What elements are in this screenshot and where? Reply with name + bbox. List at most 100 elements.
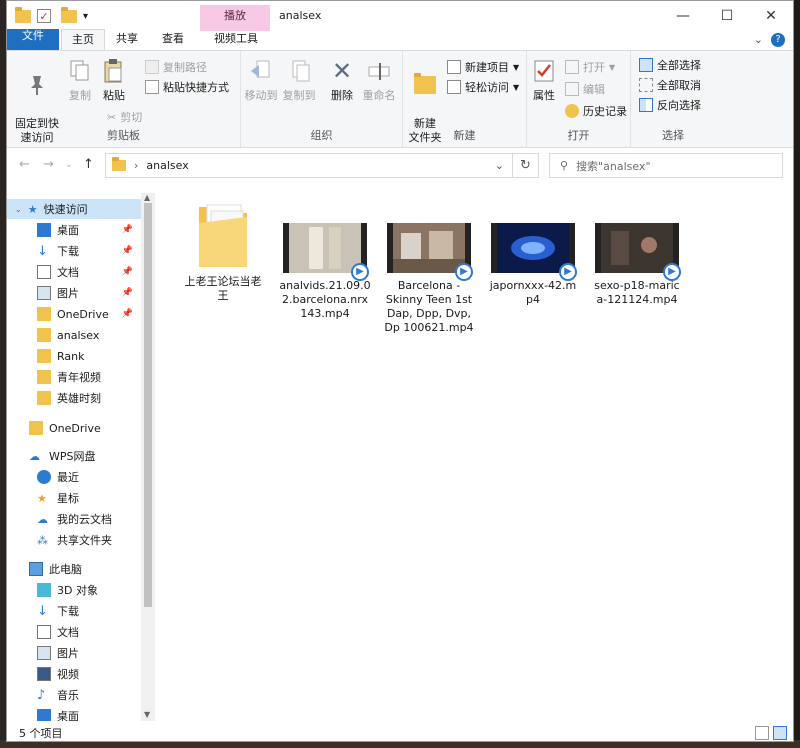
star-icon: ★ (27, 202, 38, 216)
nav-item-youth-video[interactable]: 青年视频 (37, 367, 141, 387)
delete-button[interactable]: ✕ 删除 (327, 57, 357, 103)
nav-item-documents[interactable]: 文档 📌 (37, 262, 141, 282)
select-all-button[interactable]: 全部选择 (639, 57, 701, 73)
tab-video-tools[interactable]: 视频工具 (201, 29, 271, 51)
refresh-button[interactable]: ↻ (513, 153, 539, 178)
new-item-button[interactable]: 新建项目 ▼ (447, 59, 519, 75)
nav-item-pc-desktop[interactable]: 桌面 (37, 706, 141, 721)
address-bar[interactable]: › analsex ⌄ (105, 153, 513, 178)
file-item-video[interactable]: ▶ Barcelona - Skinny Teen 1st Dap, Dpp, … (381, 223, 477, 335)
file-list: 上老王论坛当老 王 ▶ analvids.21.09.0 2.barcelona… (159, 193, 789, 721)
window-title: analsex (279, 9, 322, 22)
minimize-button[interactable]: — (661, 1, 705, 31)
nav-item-my-cloud-docs[interactable]: ☁ 我的云文档 (37, 509, 141, 529)
nav-item-3d-objects[interactable]: 3D 对象 (37, 580, 141, 600)
folder-icon (37, 391, 51, 405)
rename-icon (365, 57, 393, 85)
cloud-icon: ☁ (29, 449, 40, 463)
new-folder-quick-icon[interactable] (61, 6, 77, 25)
cut-button[interactable]: ✂ 剪切 (107, 109, 142, 125)
scrollbar-thumb[interactable] (144, 203, 152, 607)
history-button[interactable]: 历史记录 (565, 103, 627, 119)
recent-dropdown-icon[interactable]: ⌄ (65, 160, 73, 170)
folder-icon (29, 421, 43, 435)
select-none-button[interactable]: 全部取消 (639, 77, 701, 93)
chevron-down-icon[interactable]: ⌄ (495, 159, 504, 172)
nav-item-downloads[interactable]: ↓ 下载 📌 (37, 241, 141, 261)
properties-button[interactable]: 属性 (529, 57, 559, 103)
move-to-button[interactable]: 移动到 (243, 57, 279, 103)
nav-item-onedrive-folder[interactable]: OneDrive 📌 (37, 304, 141, 324)
properties-quick-icon[interactable]: ✓ (37, 7, 51, 25)
invert-selection-button[interactable]: 反向选择 (639, 97, 701, 113)
nav-item-shared-folder[interactable]: ⁂ 共享文件夹 (37, 530, 141, 550)
nav-item-pc-pictures[interactable]: 图片 (37, 643, 141, 663)
nav-item-rank[interactable]: Rank (37, 346, 141, 366)
tab-home[interactable]: 主页 (61, 29, 105, 51)
help-icon[interactable]: ? (771, 33, 785, 47)
nav-item-pc-documents[interactable]: 文档 (37, 622, 141, 642)
video-thumbnail: ▶ (491, 223, 577, 281)
file-item-video[interactable]: ▶ japornxxx-42.m p4 (485, 223, 581, 307)
scroll-down-icon[interactable]: ▼ (144, 710, 150, 719)
play-badge-icon: ▶ (351, 263, 369, 281)
play-badge-icon: ▶ (559, 263, 577, 281)
rename-button[interactable]: 重命名 (361, 57, 397, 103)
up-arrow-icon[interactable]: ↑ (83, 157, 94, 172)
tab-view[interactable]: 查看 (153, 29, 193, 51)
details-view-icon[interactable] (755, 726, 769, 740)
picture-icon (37, 286, 51, 300)
view-toggle (755, 726, 787, 740)
nav-item-recent[interactable]: 最近 (37, 467, 141, 487)
nav-item-pc-music[interactable]: ♪ 音乐 (37, 685, 141, 705)
scroll-up-icon[interactable]: ▲ (144, 193, 150, 202)
download-icon: ↓ (37, 603, 48, 619)
nav-onedrive[interactable]: OneDrive (29, 418, 141, 438)
nav-item-starred[interactable]: ★ 星标 (37, 488, 141, 508)
navigation-bar: ← → ⌄ ↑ › analsex ⌄ ↻ ⚲ 搜索"analsex" (7, 149, 793, 183)
file-item-video[interactable]: ▶ sexo-p18-maric a-121124.mp4 (589, 223, 685, 307)
context-tab-play[interactable]: 播放 (200, 5, 270, 31)
nav-item-desktop[interactable]: 桌面 📌 (37, 220, 141, 240)
folder-icon (15, 6, 31, 25)
easy-access-button[interactable]: 轻松访问 ▼ (447, 79, 519, 95)
maximize-button[interactable]: ☐ (705, 1, 749, 31)
open-button[interactable]: 打开 ▼ (565, 59, 615, 75)
copy-to-button[interactable]: 复制到 (281, 57, 317, 103)
chevron-down-icon[interactable]: ⌄ (754, 33, 763, 47)
file-item-video[interactable]: ▶ analvids.21.09.0 2.barcelona.nrx 143.m… (277, 223, 373, 321)
file-item-folder[interactable]: 上老王论坛当老 王 (175, 201, 271, 303)
nav-scrollbar[interactable]: ▲ ▼ (141, 193, 155, 721)
tab-file[interactable]: 文件 (7, 29, 59, 51)
large-icons-view-icon[interactable] (773, 726, 787, 740)
nav-item-hero-moments[interactable]: 英雄时刻 (37, 388, 141, 408)
chevron-down-icon: ▼ (513, 62, 520, 72)
nav-this-pc[interactable]: 此电脑 (29, 559, 141, 579)
tab-share[interactable]: 共享 (107, 29, 147, 51)
breadcrumb-current[interactable]: analsex (146, 159, 188, 172)
nav-wps[interactable]: ☁ WPS网盘 (29, 446, 141, 466)
cube-icon (37, 583, 51, 597)
copy-button[interactable]: 复制 (65, 57, 95, 103)
edit-button[interactable]: 编辑 (565, 81, 605, 97)
nav-item-pictures[interactable]: 图片 📌 (37, 283, 141, 303)
paste-shortcut-button[interactable]: 粘贴快捷方式 (145, 79, 229, 95)
cloud-icon: ☁ (37, 512, 48, 526)
forward-arrow-icon[interactable]: → (43, 157, 54, 172)
nav-item-pc-videos[interactable]: 视频 (37, 664, 141, 684)
play-badge-icon: ▶ (663, 263, 681, 281)
document-icon (37, 265, 51, 279)
back-arrow-icon[interactable]: ← (19, 157, 30, 172)
copy-path-button[interactable]: 复制路径 (145, 59, 207, 75)
paste-button[interactable]: 粘贴 (99, 57, 129, 103)
nav-item-pc-downloads[interactable]: ↓ 下载 (37, 601, 141, 621)
file-name: Barcelona - Skinny Teen 1st Dap, Dpp, Dv… (384, 279, 474, 334)
pin-icon (23, 71, 51, 99)
document-icon (37, 625, 51, 639)
nav-quick-access[interactable]: ⌄ ★ 快速访问 (7, 199, 141, 219)
search-input[interactable]: ⚲ 搜索"analsex" (549, 153, 783, 178)
copy-to-icon (285, 57, 313, 85)
close-button[interactable]: ✕ (749, 1, 793, 31)
quick-access-dropdown-icon[interactable]: ▾ (83, 7, 88, 25)
nav-item-analsex[interactable]: analsex (37, 325, 141, 345)
